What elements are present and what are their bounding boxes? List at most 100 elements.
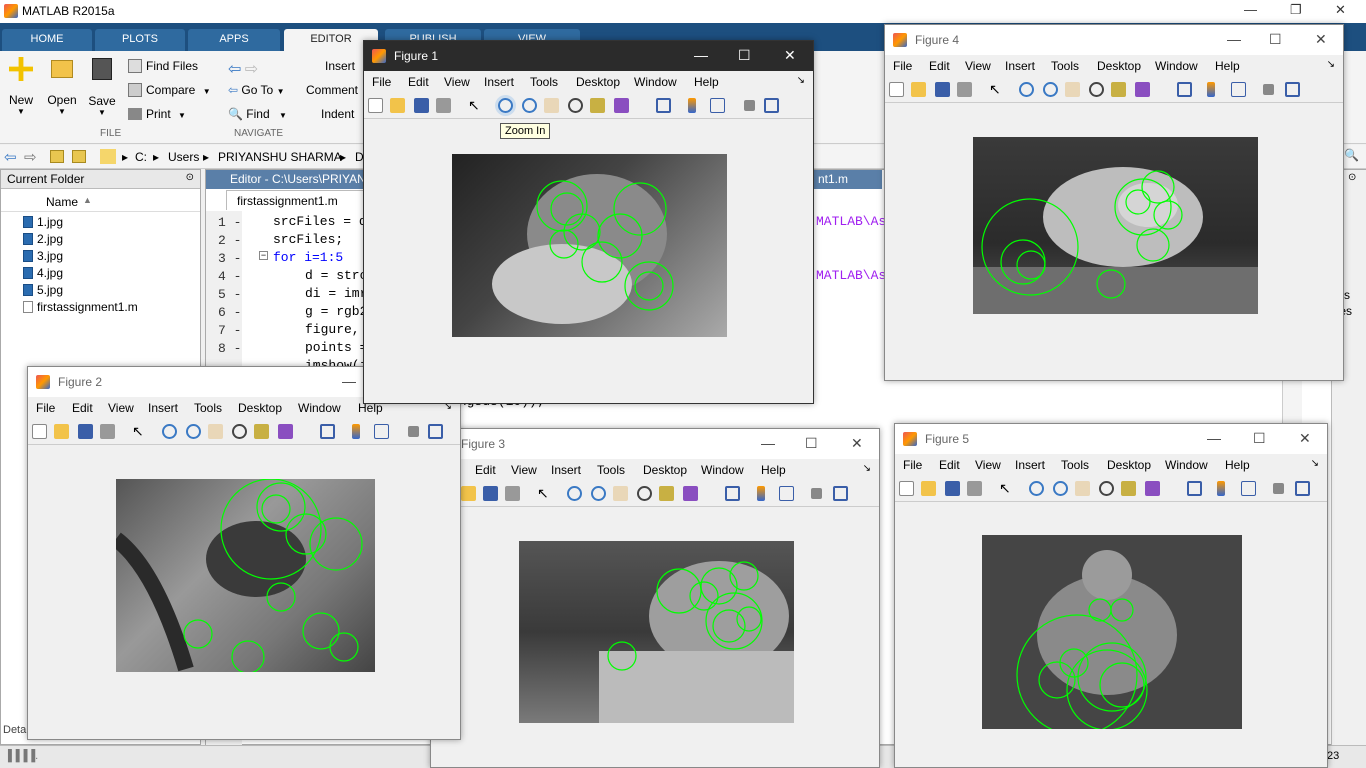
colorbar-icon[interactable] <box>1207 82 1215 97</box>
colorbar-icon[interactable] <box>352 424 360 439</box>
pointer-icon[interactable]: ↖ <box>537 486 552 501</box>
zoom-in-icon[interactable] <box>162 424 177 439</box>
link-icon[interactable] <box>725 486 740 501</box>
comment-button[interactable]: Comment <box>306 83 358 97</box>
open-icon[interactable] <box>461 486 476 501</box>
code-line[interactable]: d = strc <box>305 268 367 283</box>
save-icon[interactable] <box>483 486 498 501</box>
brush-icon[interactable] <box>614 98 629 113</box>
save-icon[interactable] <box>935 82 950 97</box>
back-forward[interactable]: ⇦ ⇨ <box>228 59 258 79</box>
file-item[interactable]: 1.jpg <box>23 215 63 229</box>
link-icon[interactable] <box>1187 481 1202 496</box>
right-panel-menu-icon[interactable]: ⊙ <box>1348 172 1356 183</box>
brush-icon[interactable] <box>278 424 293 439</box>
pointer-icon[interactable]: ↖ <box>999 481 1014 496</box>
legend-icon[interactable] <box>779 486 794 501</box>
file-item[interactable]: 5.jpg <box>23 283 63 297</box>
minimize-icon[interactable]: — <box>1244 2 1257 17</box>
data-cursor-icon[interactable] <box>659 486 674 501</box>
details-label[interactable]: Deta <box>3 724 26 736</box>
minimize-icon[interactable]: — <box>694 47 708 63</box>
colorbar-icon[interactable] <box>1217 481 1225 496</box>
legend-icon[interactable] <box>1231 82 1246 97</box>
close-icon[interactable]: ✕ <box>1335 2 1346 18</box>
figure-titlebar[interactable]: Figure 1— ☐ ✕ <box>364 41 813 71</box>
pan-icon[interactable] <box>1075 481 1090 496</box>
rotate-icon[interactable] <box>232 424 247 439</box>
dock-icon[interactable] <box>428 424 443 439</box>
colorbar-icon[interactable] <box>688 98 696 113</box>
hide-tools-icon[interactable] <box>1263 84 1274 95</box>
up-folder-icon[interactable] <box>50 150 64 163</box>
open-icon[interactable] <box>911 82 926 97</box>
close-icon[interactable]: ✕ <box>851 435 863 452</box>
brush-icon[interactable] <box>1145 481 1160 496</box>
close-icon[interactable]: ✕ <box>1315 31 1327 48</box>
data-cursor-icon[interactable] <box>1111 82 1126 97</box>
panel-menu-icon[interactable]: ⊙ <box>186 172 194 183</box>
data-cursor-icon[interactable] <box>254 424 269 439</box>
save-icon[interactable] <box>945 481 960 496</box>
breadcrumb-users[interactable]: Users <box>168 150 199 164</box>
forward-icon[interactable]: ⇨ <box>24 148 37 166</box>
open-icon[interactable] <box>390 98 405 113</box>
code-line[interactable]: points = <box>305 340 367 355</box>
print-icon[interactable] <box>100 424 115 439</box>
print-button[interactable]: Print ▼ <box>128 107 186 121</box>
maximize-icon[interactable]: ☐ <box>1269 31 1282 48</box>
figure-titlebar[interactable]: Figure 3— ☐ ✕ <box>431 429 879 459</box>
code-line[interactable]: for i=1:5 <box>273 250 343 265</box>
figure-1-window[interactable]: Figure 1— ☐ ✕ File Edit View Insert Tools Deskt… <box>363 40 814 404</box>
fold-icon[interactable]: − <box>259 251 268 260</box>
figure-5-window[interactable]: Figure 5— ☐ ✕ File Edit View Insert Tools Deskt… <box>894 423 1328 768</box>
maximize-icon[interactable]: ☐ <box>1253 430 1266 447</box>
pan-icon[interactable] <box>1065 82 1080 97</box>
dock-icon[interactable] <box>764 98 779 113</box>
zoom-out-icon[interactable] <box>1043 82 1058 97</box>
pan-icon[interactable] <box>208 424 223 439</box>
pointer-icon[interactable]: ↖ <box>132 424 147 439</box>
file-item[interactable]: 4.jpg <box>23 266 63 280</box>
rotate-icon[interactable] <box>637 486 652 501</box>
tab-home[interactable]: HOME <box>2 29 92 51</box>
figure-2-window[interactable]: Figure 2— File Edit View Insert Tools Desktop… <box>27 366 461 740</box>
open-button[interactable]: Open ▼ <box>46 57 78 116</box>
print-icon[interactable] <box>436 98 451 113</box>
brush-icon[interactable] <box>683 486 698 501</box>
zoom-out-icon[interactable] <box>1053 481 1068 496</box>
code-line[interactable]: di = imr <box>305 286 367 301</box>
legend-icon[interactable] <box>1241 481 1256 496</box>
search-icon[interactable]: 🔍 <box>1344 148 1359 162</box>
code-line[interactable]: g = rgb2 <box>305 304 367 319</box>
data-cursor-icon[interactable] <box>1121 481 1136 496</box>
find-files-button[interactable]: Find Files <box>128 59 198 73</box>
print-icon[interactable] <box>505 486 520 501</box>
back-icon[interactable]: ⇦ <box>4 148 17 166</box>
go-to-button[interactable]: ⇦ Go To ▼ <box>228 83 284 97</box>
rotate-icon[interactable] <box>1099 481 1114 496</box>
rotate-icon[interactable] <box>1089 82 1104 97</box>
zoom-in-icon[interactable] <box>498 98 513 113</box>
file-item[interactable]: 2.jpg <box>23 232 63 246</box>
colorbar-icon[interactable] <box>757 486 765 501</box>
column-header[interactable]: Name ▲ <box>1 192 200 212</box>
link-icon[interactable] <box>1177 82 1192 97</box>
brush-icon[interactable] <box>1135 82 1150 97</box>
figure-titlebar[interactable]: Figure 4— ☐ ✕ <box>885 25 1343 55</box>
maximize-icon[interactable]: ☐ <box>738 47 751 64</box>
data-cursor-icon[interactable] <box>590 98 605 113</box>
dock-icon[interactable] <box>1295 481 1310 496</box>
figure-3-window[interactable]: Figure 3— ☐ ✕ Edit View Insert Tools Desktop Wi… <box>430 428 880 768</box>
new-icon[interactable] <box>889 82 904 97</box>
pan-icon[interactable] <box>613 486 628 501</box>
legend-icon[interactable] <box>374 424 389 439</box>
hide-tools-icon[interactable] <box>744 100 755 111</box>
code-line[interactable]: figure, <box>305 322 360 337</box>
browse-icon[interactable] <box>72 150 86 163</box>
pointer-icon[interactable]: ↖ <box>989 82 1004 97</box>
editor-tab[interactable]: firstassignment1.m <box>226 190 364 210</box>
legend-icon[interactable] <box>710 98 725 113</box>
compare-button[interactable]: Compare ▼ <box>128 83 211 97</box>
breadcrumb-c[interactable]: C: <box>135 150 147 164</box>
